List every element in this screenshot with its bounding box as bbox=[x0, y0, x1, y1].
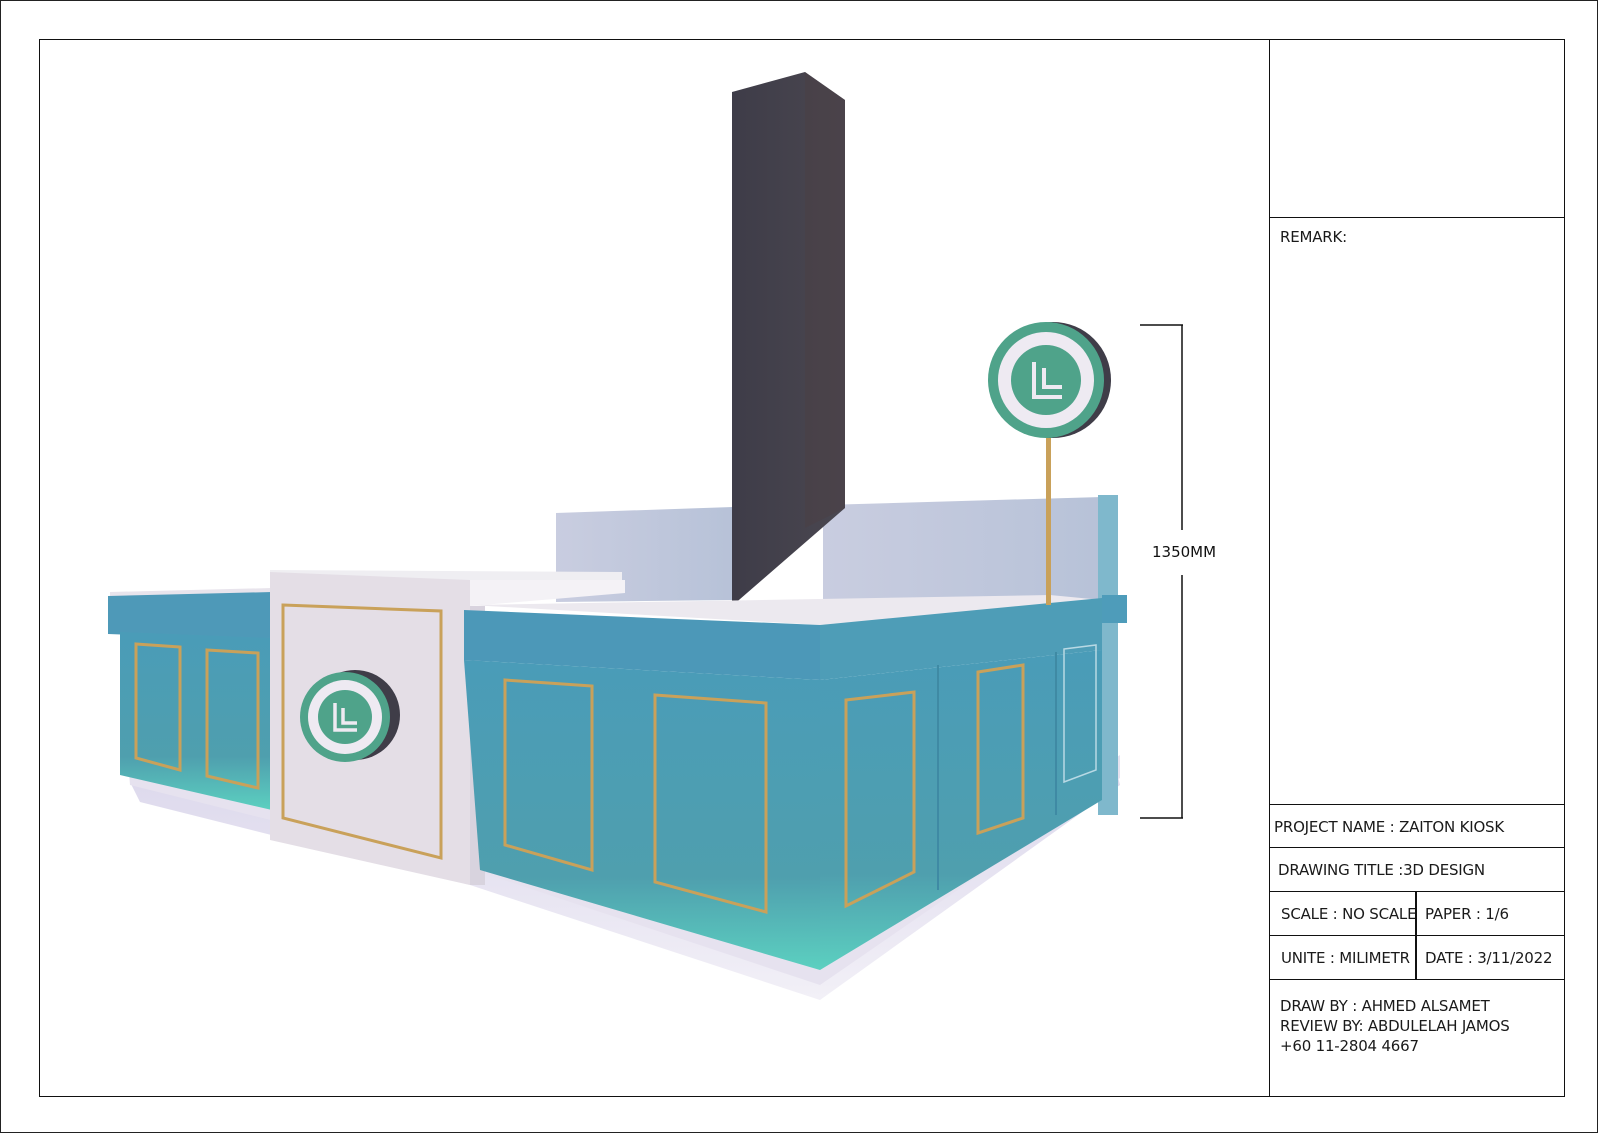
phone-number: +60 11-2804 4667 bbox=[1280, 1037, 1419, 1055]
project-name-row: PROJECT NAME : ZAITON KIOSK bbox=[1270, 804, 1565, 847]
height-dimension: 1350MM bbox=[1140, 324, 1216, 819]
drawing-title: DRAWING TITLE :3D DESIGN bbox=[1278, 861, 1485, 879]
drawing-title-row: DRAWING TITLE :3D DESIGN bbox=[1270, 847, 1565, 891]
remark-box: REMARK: bbox=[1270, 217, 1565, 804]
cell-divider bbox=[1415, 892, 1417, 936]
title-block-logo-area bbox=[1270, 40, 1565, 218]
credits-box: DRAW BY : AHMED ALSAMET REVIEW BY: ABDUL… bbox=[1270, 979, 1565, 1096]
date-value: DATE : 3/11/2022 bbox=[1425, 949, 1553, 967]
scale-value: SCALE : NO SCALE bbox=[1281, 905, 1417, 923]
drawing-sheet: 1350MM REMARK: PROJECT NAME : ZAITON KIO… bbox=[0, 0, 1598, 1133]
project-name: PROJECT NAME : ZAITON KIOSK bbox=[1274, 818, 1505, 836]
cell-divider bbox=[1415, 936, 1417, 980]
paper-value: PAPER : 1/6 bbox=[1425, 905, 1509, 923]
draw-by: DRAW BY : AHMED ALSAMET bbox=[1280, 997, 1490, 1015]
kiosk-3d-render: 1350MM bbox=[108, 72, 1216, 1000]
review-by: REVIEW BY: ABDULELAH JAMOS bbox=[1280, 1017, 1510, 1035]
back-wall-right bbox=[823, 497, 1102, 610]
unit-date-row: UNITE : MILIMETR DATE : 3/11/2022 bbox=[1270, 935, 1565, 980]
title-block: REMARK: PROJECT NAME : ZAITON KIOSK DRAW… bbox=[1269, 40, 1565, 1096]
scale-paper-row: SCALE : NO SCALE PAPER : 1/6 bbox=[1270, 891, 1565, 936]
unit-value: UNITE : MILIMETR bbox=[1281, 949, 1410, 967]
sign-pole bbox=[1046, 435, 1051, 605]
drawing-frame: 1350MM REMARK: PROJECT NAME : ZAITON KIO… bbox=[39, 39, 1565, 1097]
dimension-label: 1350MM bbox=[1152, 543, 1216, 561]
top-logo-badge bbox=[988, 322, 1111, 438]
remark-label: REMARK: bbox=[1280, 228, 1348, 246]
front-logo-badge bbox=[300, 670, 400, 762]
